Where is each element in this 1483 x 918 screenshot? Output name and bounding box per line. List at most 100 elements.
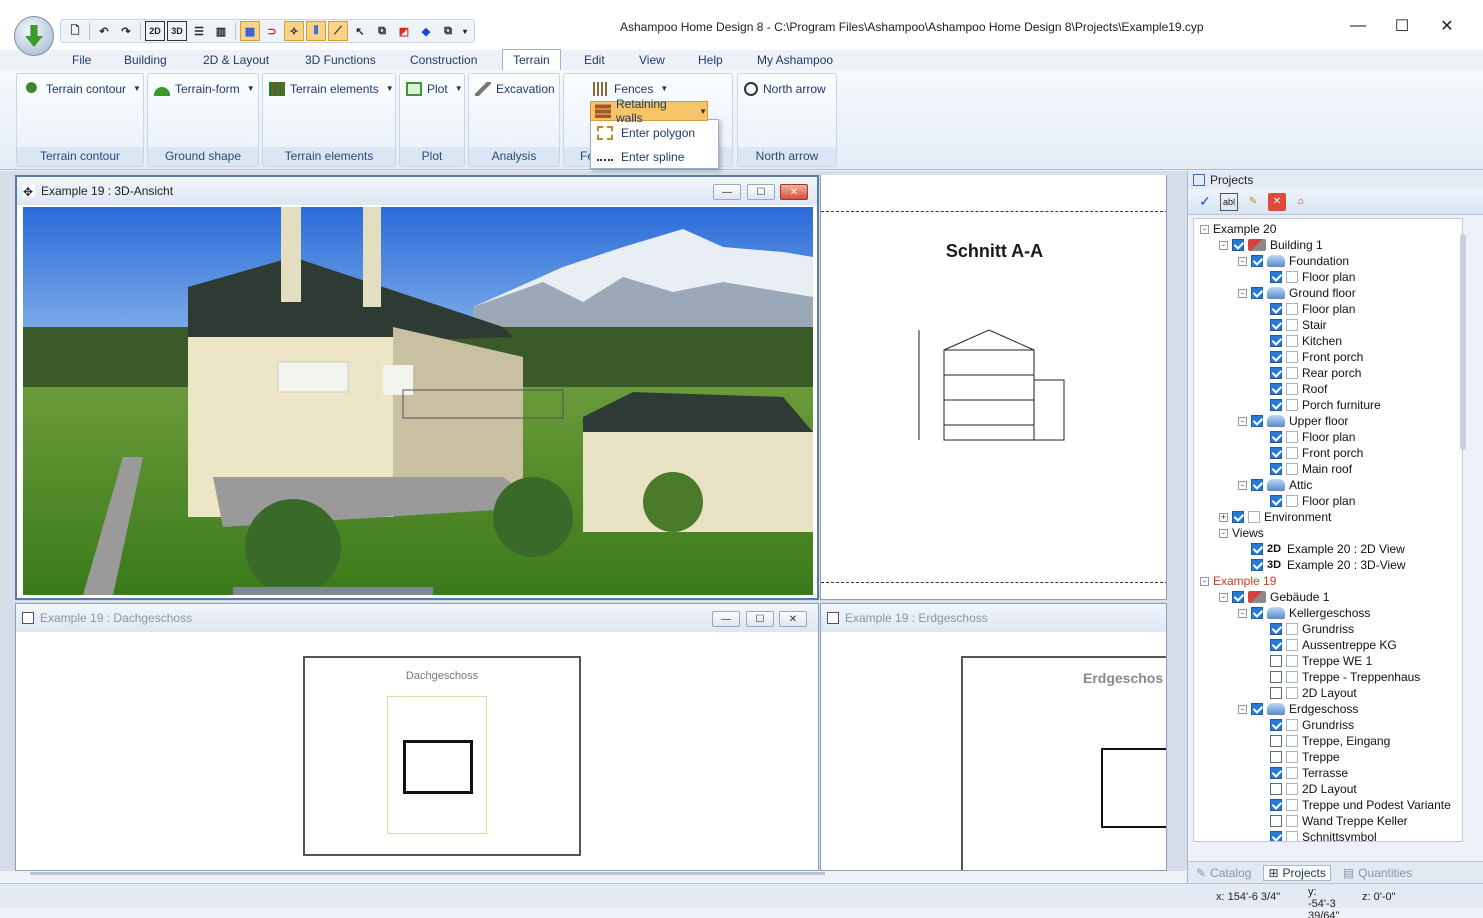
tree-row[interactable]: Roof <box>1257 381 1327 397</box>
view-3d-button[interactable]: 3D <box>167 21 187 41</box>
tree-row[interactable]: Rear porch <box>1257 365 1361 381</box>
retaining-walls-button[interactable]: Retaining walls ▼ <box>590 97 708 125</box>
tree-row[interactable]: - Erdgeschoss <box>1238 701 1358 717</box>
visibility-checkbox[interactable] <box>1270 351 1282 363</box>
horizontal-scrollbar[interactable] <box>30 872 825 875</box>
view-2d-button[interactable]: 2D <box>145 21 165 41</box>
roof-plan-titlebar[interactable]: Example 19 : Dachgeschoss <box>16 604 818 632</box>
tree-row[interactable]: Floor plan <box>1257 269 1355 285</box>
collapse-icon[interactable]: - <box>1238 608 1247 618</box>
section-view-window[interactable]: Schnitt A-A <box>820 175 1167 600</box>
terrain-contour-button[interactable]: Terrain contour ▼ <box>25 79 141 99</box>
minimize-icon[interactable]: — <box>712 611 740 627</box>
ground-plan-titlebar[interactable]: Example 19 : Erdgeschoss <box>821 604 1166 632</box>
visibility-checkbox[interactable] <box>1270 655 1282 667</box>
view-3d-titlebar[interactable]: ✥ Example 19 : 3D-Ansicht <box>17 177 817 205</box>
tab-building[interactable]: Building <box>124 50 167 70</box>
tree-row[interactable]: Grundriss <box>1257 621 1354 637</box>
tree-row[interactable]: - Ground floor <box>1238 285 1356 301</box>
maximize-icon[interactable]: ☐ <box>746 611 774 627</box>
collapse-icon[interactable]: - <box>1238 288 1247 298</box>
collapse-icon[interactable]: - <box>1200 224 1209 234</box>
plot-button[interactable]: Plot ▼ <box>406 79 463 99</box>
tree-row[interactable]: Treppe, Eingang <box>1257 733 1390 749</box>
visibility-checkbox[interactable] <box>1270 831 1282 841</box>
close-icon[interactable]: ✕ <box>1425 14 1469 38</box>
rename-button[interactable]: abl <box>1220 192 1238 211</box>
tree-row[interactable]: Front porch <box>1257 445 1363 461</box>
visibility-checkbox[interactable] <box>1232 511 1244 523</box>
undo-icon[interactable]: ↶ <box>94 21 114 41</box>
visibility-checkbox[interactable] <box>1251 607 1263 619</box>
redo-icon[interactable]: ↷ <box>116 21 136 41</box>
tree-row[interactable]: Treppe WE 1 <box>1257 653 1372 669</box>
qat-dropdown-icon[interactable]: ▾ <box>460 21 470 41</box>
visibility-checkbox[interactable] <box>1270 751 1282 763</box>
terrain-elements-button[interactable]: Terrain elements ▼ <box>269 79 394 99</box>
tree-row[interactable]: Treppe und Podest Variante <box>1257 797 1451 813</box>
collapse-icon[interactable]: - <box>1219 592 1228 602</box>
tree-scrollbar[interactable] <box>1460 234 1466 450</box>
collapse-icon[interactable]: - <box>1238 256 1247 266</box>
visibility-checkbox[interactable] <box>1270 463 1282 475</box>
tree-row[interactable]: - Upper floor <box>1238 413 1348 429</box>
tree-row[interactable]: 3D Example 20 : 3D-View <box>1238 557 1406 573</box>
visibility-checkbox[interactable] <box>1251 255 1263 267</box>
tree-row[interactable]: Aussentreppe KG <box>1257 637 1397 653</box>
roof-plan-window[interactable]: Example 19 : Dachgeschoss — ☐ ✕ Dachgesc… <box>15 603 819 871</box>
tree-row[interactable]: Kitchen <box>1257 333 1342 349</box>
visibility-checkbox[interactable] <box>1270 495 1282 507</box>
visibility-checkbox[interactable] <box>1270 799 1282 811</box>
copy-icon[interactable]: ⧉ <box>438 21 458 41</box>
tree-row[interactable]: - Gebäude 1 <box>1219 589 1329 605</box>
visibility-checkbox[interactable] <box>1270 671 1282 683</box>
tree-row[interactable]: - Views <box>1219 525 1264 541</box>
tab-quantities[interactable]: ▤ Quantities <box>1343 866 1412 880</box>
collapse-icon[interactable]: - <box>1238 480 1247 490</box>
fences-button[interactable]: Fences ▼ <box>593 79 668 99</box>
tab-terrain[interactable]: Terrain <box>502 49 561 71</box>
close-icon[interactable]: ✕ <box>780 184 808 200</box>
visibility-checkbox[interactable] <box>1251 287 1263 299</box>
collapse-icon[interactable]: - <box>1219 528 1228 538</box>
vertical-split-icon[interactable]: ▥ <box>211 21 231 41</box>
visibility-checkbox[interactable] <box>1270 719 1282 731</box>
tree-row[interactable]: Front porch <box>1257 349 1363 365</box>
maximize-icon[interactable]: ☐ <box>1380 14 1424 38</box>
tab-edit[interactable]: Edit <box>584 50 605 70</box>
grid-icon[interactable]: ▦ <box>240 21 260 41</box>
visibility-checkbox[interactable] <box>1232 239 1244 251</box>
visibility-checkbox[interactable] <box>1251 479 1263 491</box>
delete-icon[interactable]: ✕ <box>1268 192 1286 211</box>
pointer-icon[interactable]: ↖ <box>350 21 370 41</box>
tab-3d-functions[interactable]: 3D Functions <box>305 50 376 70</box>
tab-file[interactable]: File <box>72 50 91 70</box>
tree-row[interactable]: Floor plan <box>1257 493 1355 509</box>
visibility-checkbox[interactable] <box>1270 639 1282 651</box>
tree-row[interactable]: + Environment <box>1219 509 1331 525</box>
menu-item-enter-spline[interactable]: Enter spline <box>591 146 718 168</box>
paint-icon[interactable]: ◆ <box>416 21 436 41</box>
visibility-checkbox[interactable] <box>1251 559 1263 571</box>
fill-icon[interactable]: ◩ <box>394 21 414 41</box>
horizontal-split-icon[interactable]: ☰ <box>189 21 209 41</box>
visibility-checkbox[interactable] <box>1270 303 1282 315</box>
menu-item-enter-polygon[interactable]: Enter polygon <box>591 122 718 144</box>
visibility-checkbox[interactable] <box>1251 415 1263 427</box>
tree-row[interactable]: 2D Layout <box>1257 685 1357 701</box>
tab-2d-layout[interactable]: 2D & Layout <box>203 50 269 70</box>
maximize-icon[interactable]: ☐ <box>747 184 775 200</box>
visibility-checkbox[interactable] <box>1270 783 1282 795</box>
visibility-checkbox[interactable] <box>1270 271 1282 283</box>
minimize-icon[interactable]: — <box>1336 14 1380 38</box>
visibility-checkbox[interactable] <box>1270 335 1282 347</box>
tree-row[interactable]: Floor plan <box>1257 301 1355 317</box>
tree-row[interactable]: - Example 20 <box>1200 221 1276 237</box>
tab-construction[interactable]: Construction <box>410 50 477 70</box>
3d-scene-render[interactable] <box>23 207 813 595</box>
tree-row[interactable]: - Building 1 <box>1219 237 1323 253</box>
tab-projects[interactable]: ⊞ Projects <box>1263 864 1331 881</box>
tree-row[interactable]: Grundriss <box>1257 717 1354 733</box>
visibility-checkbox[interactable] <box>1270 735 1282 747</box>
tree-row[interactable]: Wand Treppe Keller <box>1257 813 1408 829</box>
